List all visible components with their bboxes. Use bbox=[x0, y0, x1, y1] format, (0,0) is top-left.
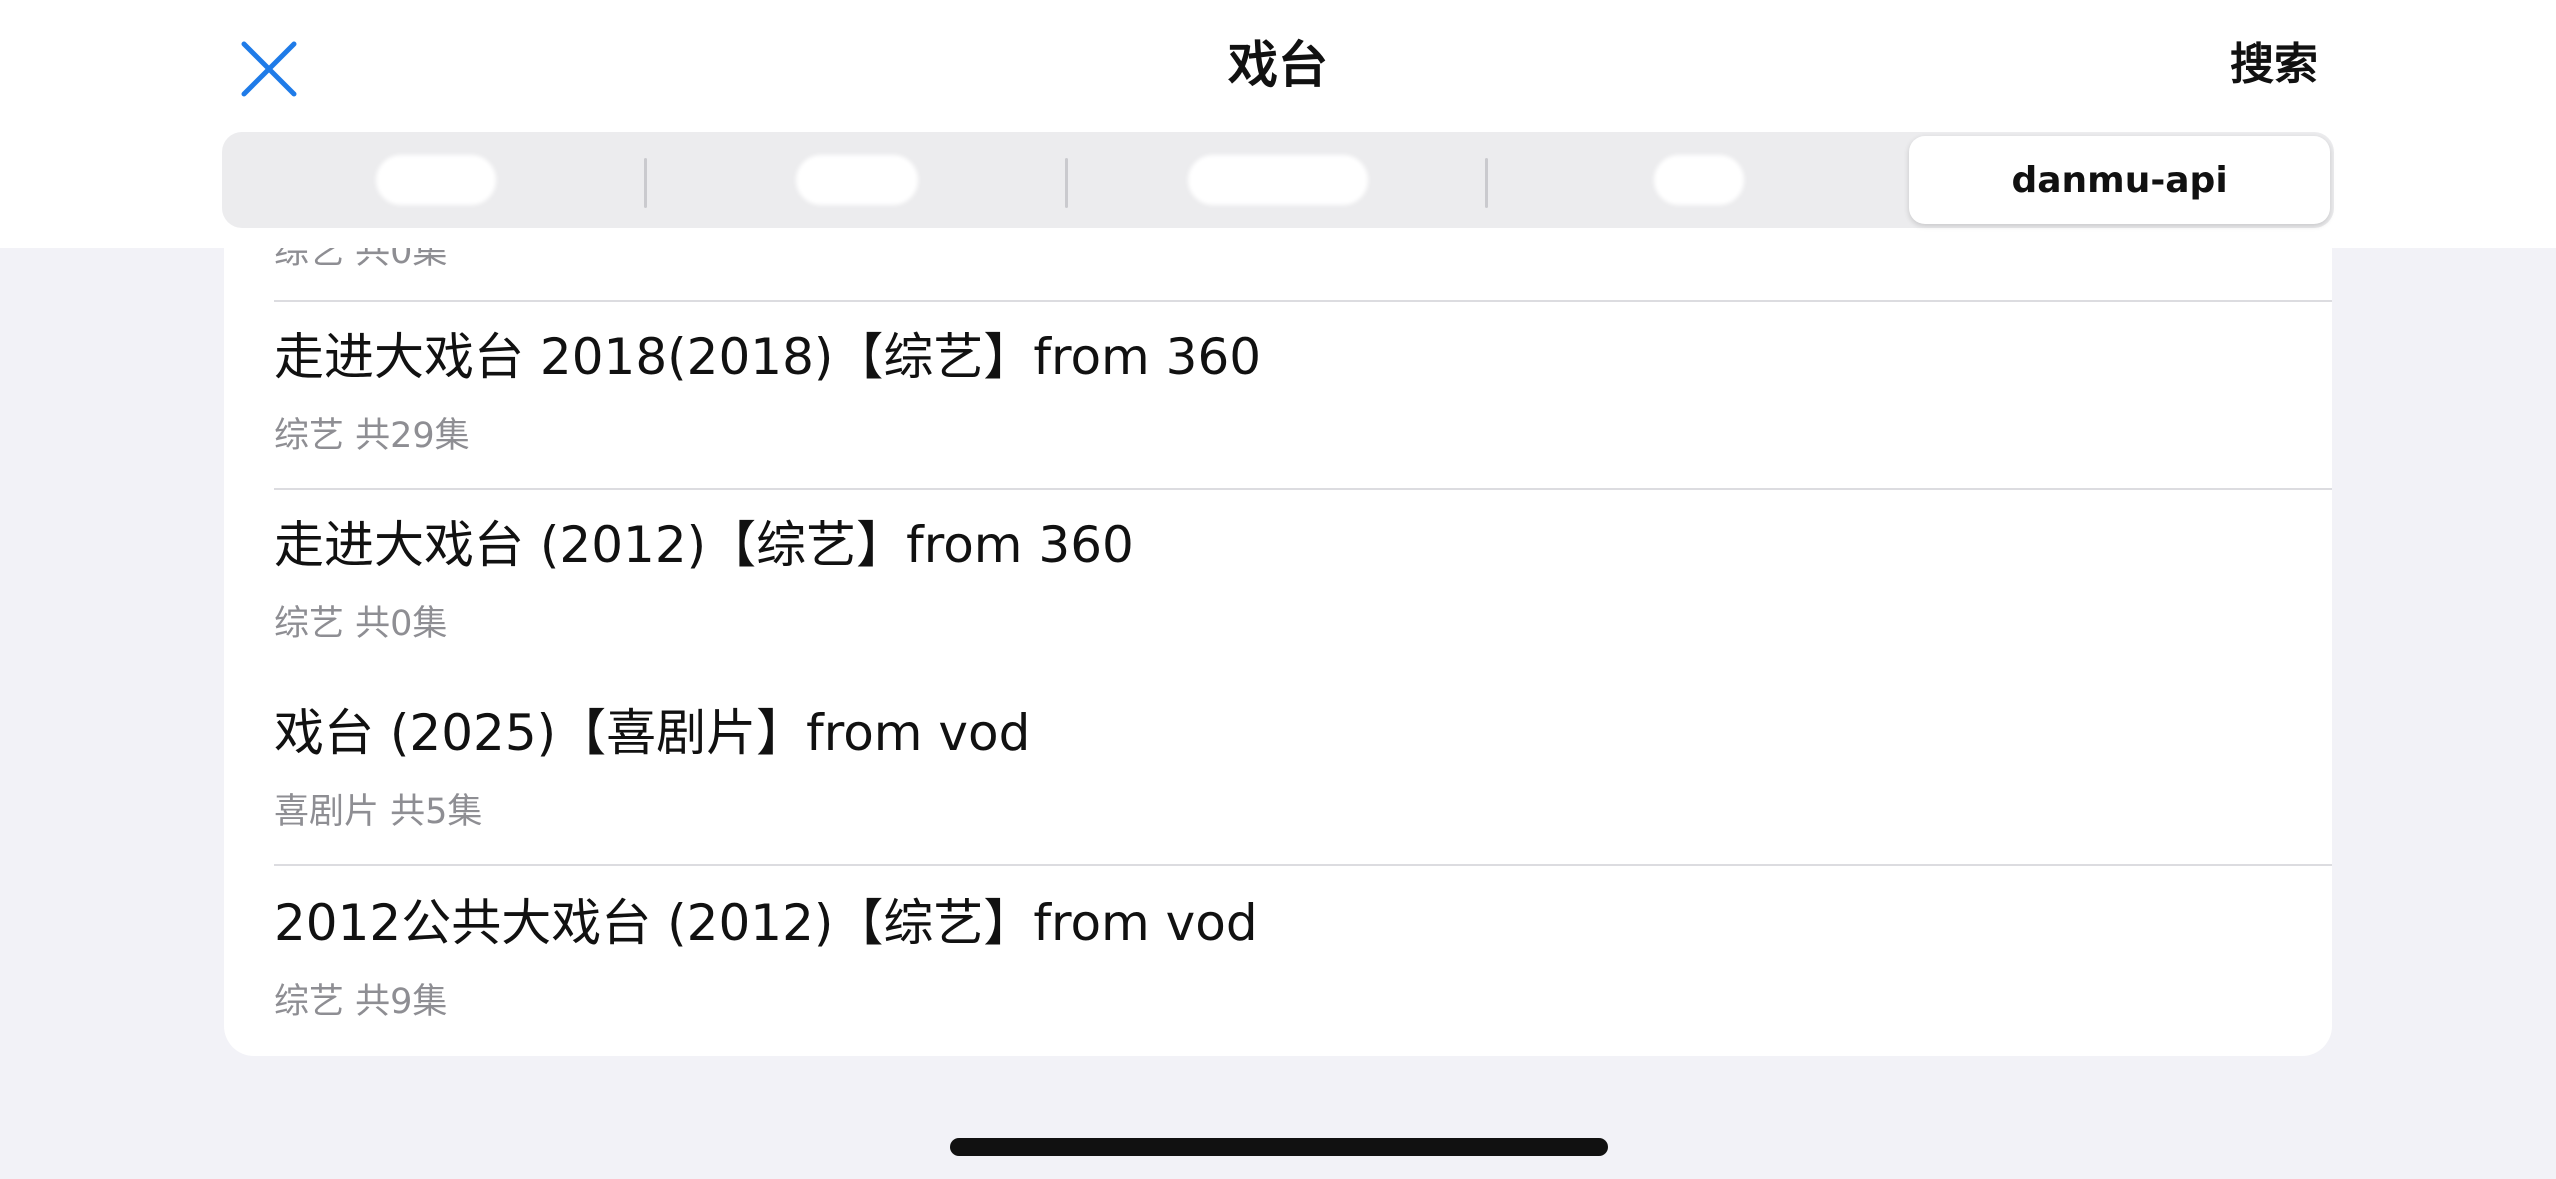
result-title: 走进大戏台 (2012)【综艺】from 360 bbox=[274, 516, 1134, 574]
page-title: 戏台 bbox=[1228, 36, 1328, 94]
list-item[interactable]: 戏台 (2025)【喜剧片】from vod 喜剧片 共5集 bbox=[274, 678, 2332, 866]
segment-3[interactable] bbox=[1068, 136, 1489, 224]
segment-4[interactable] bbox=[1488, 136, 1909, 224]
result-subtitle: 综艺 共0集 bbox=[274, 604, 448, 644]
segment-1[interactable] bbox=[226, 136, 647, 224]
search-button[interactable]: 搜索 bbox=[2230, 30, 2318, 100]
home-indicator bbox=[950, 1138, 1608, 1156]
redacted-label bbox=[1653, 155, 1744, 205]
result-subtitle: 综艺 共29集 bbox=[274, 416, 470, 456]
list-item[interactable]: 2012公共大戏台 (2012)【综艺】from vod 综艺 共9集 bbox=[274, 866, 2332, 1056]
redacted-label bbox=[376, 155, 497, 205]
list-item[interactable]: 走进大戏台 (2012)【综艺】from 360 综艺 共0集 bbox=[274, 490, 2332, 678]
result-title: 2012公共大戏台 (2012)【综艺】from vod bbox=[274, 894, 1258, 952]
results-list: 综艺 共0集 走进大戏台 2018(2018)【综艺】from 360 综艺 共… bbox=[224, 180, 2332, 1056]
result-subtitle: 喜剧片 共5集 bbox=[274, 792, 483, 832]
redacted-label bbox=[796, 155, 919, 205]
list-item[interactable]: 走进大戏台 2018(2018)【综艺】from 360 综艺 共29集 bbox=[274, 302, 2332, 490]
result-title: 戏台 (2025)【喜剧片】from vod bbox=[274, 704, 1031, 762]
source-segmented-control: danmu-api bbox=[222, 132, 2334, 228]
redacted-label bbox=[1187, 155, 1368, 205]
result-title: 走进大戏台 2018(2018)【综艺】from 360 bbox=[274, 328, 1262, 386]
navigation-bar: 戏台 搜索 danmu-api bbox=[0, 0, 2556, 248]
result-subtitle: 综艺 共9集 bbox=[274, 982, 448, 1022]
segment-label: danmu-api bbox=[2011, 159, 2228, 201]
segment-2[interactable] bbox=[647, 136, 1068, 224]
segment-danmu-api[interactable]: danmu-api bbox=[1909, 136, 2330, 224]
